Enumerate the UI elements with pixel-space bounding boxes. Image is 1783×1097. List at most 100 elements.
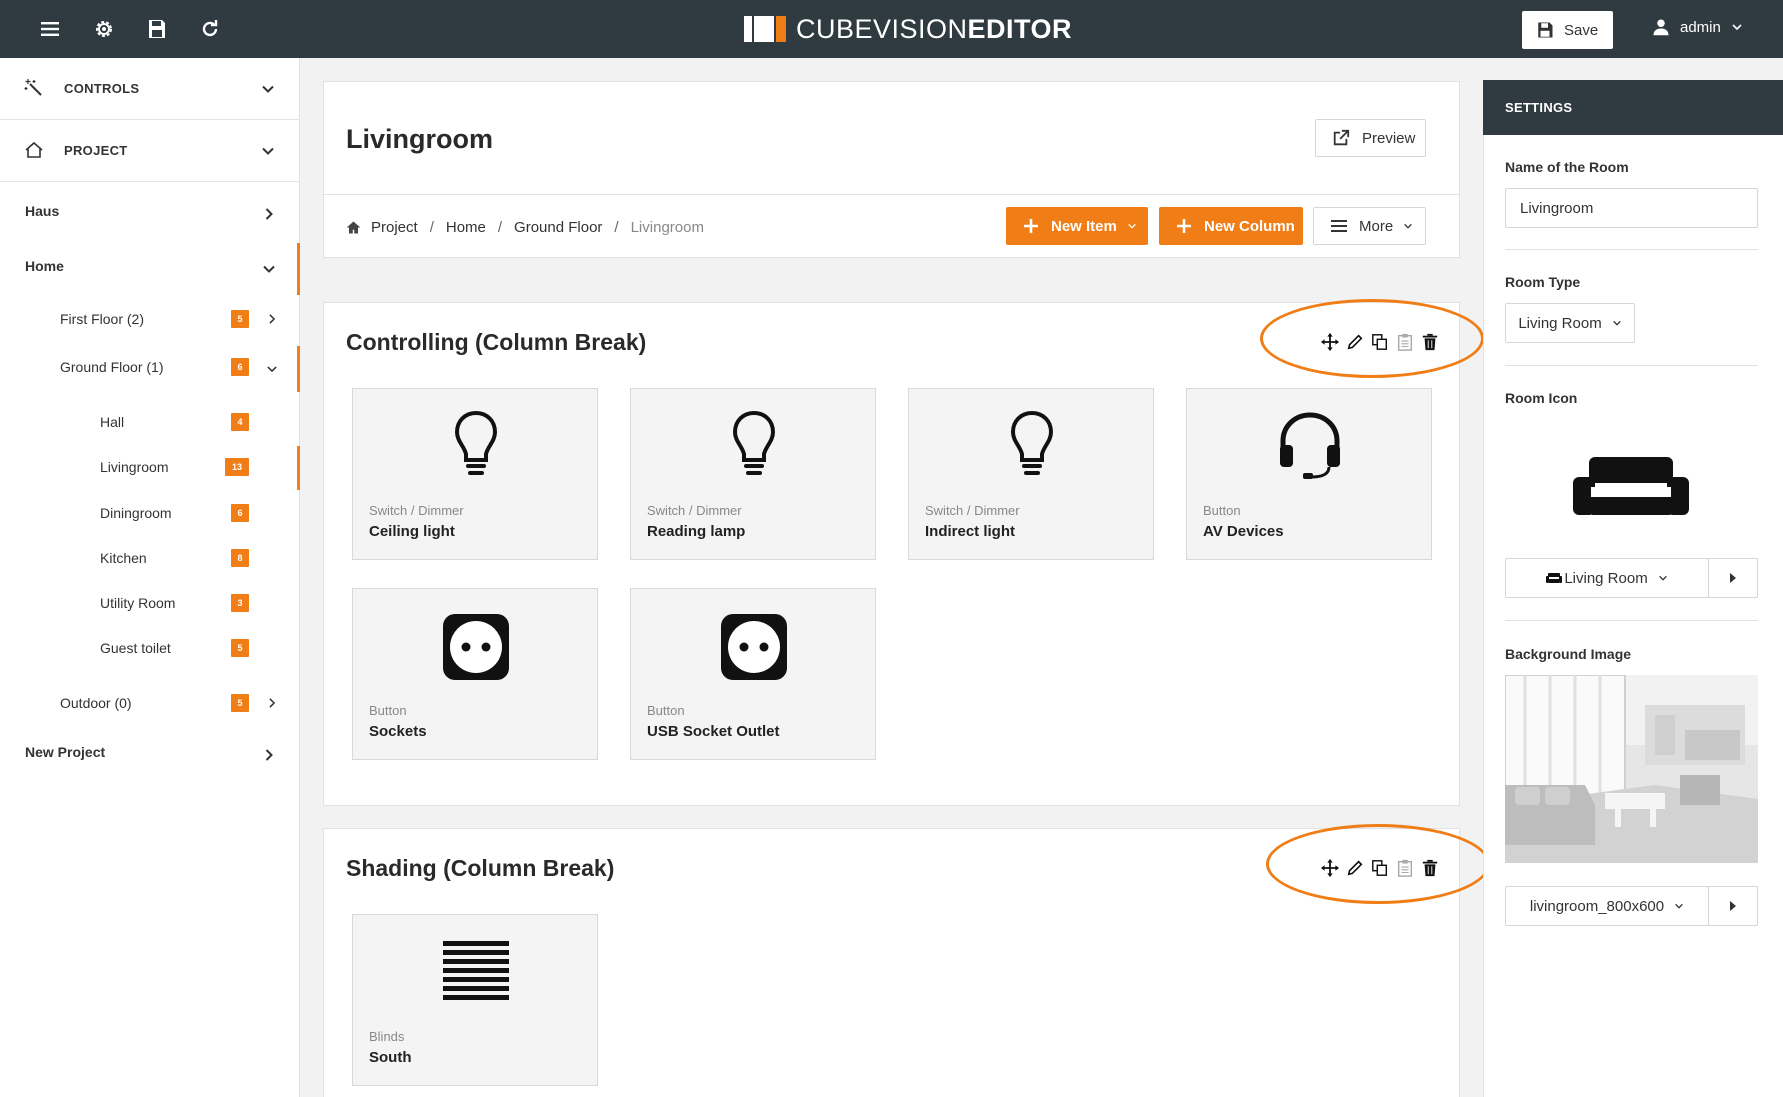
tile-name: Sockets [369, 723, 427, 740]
room-icon-select[interactable]: Living Room [1505, 558, 1709, 598]
chevron-down-icon[interactable] [267, 364, 277, 374]
room-type-select[interactable]: Living Room [1505, 303, 1635, 343]
logo-text-light: CUBEVISION [796, 13, 968, 44]
page-title: Livingroom [346, 124, 493, 154]
room-name-input[interactable]: Livingroom [1505, 188, 1758, 228]
room-type-label: Room Type [1505, 274, 1581, 290]
count-badge: 5 [231, 639, 249, 657]
divider [1505, 620, 1758, 621]
divider [1505, 365, 1758, 366]
tile-type: Switch / Dimmer [925, 503, 1020, 518]
tree-item-room[interactable]: Hall [100, 414, 124, 430]
sidebar-section-controls[interactable]: CONTROLS [0, 58, 300, 120]
tile-type: Switch / Dimmer [647, 503, 742, 518]
lightbulb-icon [909, 409, 1155, 481]
menu-icon [1331, 220, 1347, 232]
control-tile[interactable]: Blinds South [352, 914, 598, 1086]
refresh-icon[interactable] [198, 17, 224, 41]
breadcrumb-item[interactable]: Project [371, 219, 418, 236]
tree-item-home[interactable]: Home [25, 258, 64, 274]
control-tile[interactable]: Switch / Dimmer Ceiling light [352, 388, 598, 560]
tree-item-outdoor[interactable]: Outdoor (0) [60, 695, 132, 711]
more-label: More [1359, 217, 1394, 235]
active-indicator [297, 346, 300, 392]
room-name-label: Name of the Room [1505, 159, 1629, 175]
control-tile[interactable]: Button Sockets [352, 588, 598, 760]
new-item-button[interactable]: New Item [1006, 207, 1148, 245]
tile-name: AV Devices [1203, 523, 1284, 540]
more-button[interactable]: More [1313, 207, 1426, 245]
chevron-down-icon [1128, 223, 1136, 229]
control-tile[interactable]: Button USB Socket Outlet [630, 588, 876, 760]
menu-icon[interactable] [38, 17, 64, 41]
tree-item-ground-floor[interactable]: Ground Floor (1) [60, 359, 163, 375]
background-image-label: Background Image [1505, 646, 1632, 662]
tile-name: South [369, 1049, 412, 1066]
user-icon [1653, 19, 1669, 36]
count-badge: 8 [231, 549, 249, 567]
breadcrumb-current: Livingroom [630, 218, 704, 236]
gear-icon[interactable] [92, 17, 118, 41]
tree-item-room[interactable]: Livingroom [100, 459, 168, 475]
chevron-right-icon[interactable] [263, 208, 275, 220]
tree-item-first-floor[interactable]: First Floor (2) [60, 311, 144, 327]
external-link-icon [1333, 129, 1350, 146]
floppy-disk-icon[interactable] [145, 17, 171, 41]
count-badge: 6 [231, 504, 249, 522]
caret-right-icon [1730, 573, 1736, 583]
chevron-down-icon[interactable] [263, 263, 275, 275]
tree-item-haus[interactable]: Haus [25, 203, 59, 219]
breadcrumb-item[interactable]: Home [446, 219, 486, 236]
sidebar-section-project[interactable]: PROJECT [0, 120, 300, 182]
tree-item-room[interactable]: Diningroom [100, 505, 172, 521]
tile-type: Switch / Dimmer [369, 503, 464, 518]
background-image-next-button[interactable] [1708, 886, 1758, 926]
count-badge: 5 [231, 310, 249, 328]
sofa-icon [1573, 455, 1689, 522]
tree-item-room[interactable]: Kitchen [100, 550, 147, 566]
app-logo: CUBEVISION EDITOR [744, 13, 1072, 45]
background-image-value: livingroom_800x600 [1529, 897, 1665, 915]
room-icon-next-button[interactable] [1708, 558, 1758, 598]
save-button[interactable]: Save [1522, 11, 1613, 49]
control-tile[interactable]: Switch / Dimmer Indirect light [908, 388, 1154, 560]
sidebar-section-label: PROJECT [64, 143, 128, 158]
preview-button[interactable]: Preview [1315, 119, 1426, 157]
tree-item-room[interactable]: Utility Room [100, 595, 175, 611]
new-column-label: New Column [1204, 217, 1295, 235]
count-badge: 6 [231, 358, 249, 376]
count-badge: 3 [231, 594, 249, 612]
magic-wand-icon [24, 78, 44, 103]
chevron-right-icon[interactable] [267, 314, 277, 324]
room-icon-value: Living Room [1564, 569, 1648, 587]
tile-name: USB Socket Outlet [647, 723, 780, 740]
room-icon-label: Room Icon [1505, 390, 1578, 406]
home-icon [346, 221, 361, 233]
tree-item-new-project[interactable]: New Project [25, 744, 105, 760]
control-tile[interactable]: Switch / Dimmer Reading lamp [630, 388, 876, 560]
room-type-value: Living Room [1518, 314, 1602, 332]
new-item-label: New Item [1051, 217, 1117, 235]
tile-name: Indirect light [925, 523, 1015, 540]
background-image-preview[interactable] [1505, 675, 1758, 863]
tile-type: Button [647, 703, 685, 718]
background-image-select[interactable]: livingroom_800x600 [1505, 886, 1709, 926]
control-tile[interactable]: Button AV Devices [1186, 388, 1432, 560]
chevron-right-icon[interactable] [263, 749, 275, 761]
breadcrumb-item[interactable]: Ground Floor [514, 219, 602, 236]
plus-icon [1177, 219, 1191, 233]
chevron-down-icon [262, 85, 274, 93]
section-title: Shading (Column Break) [346, 855, 615, 881]
tile-name: Ceiling light [369, 523, 455, 540]
chevron-right-icon[interactable] [267, 698, 277, 708]
chevron-down-icon [262, 147, 274, 155]
new-column-button[interactable]: New Column [1159, 207, 1303, 245]
tree-item-room[interactable]: Guest toilet [100, 640, 171, 656]
user-menu[interactable]: admin [1652, 18, 1753, 36]
chevron-down-icon [1612, 320, 1621, 326]
preview-label: Preview [1362, 129, 1416, 147]
tile-type: Button [1203, 503, 1241, 518]
top-bar: CUBEVISION EDITOR Save admin [0, 0, 1783, 58]
lightbulb-icon [353, 409, 599, 481]
highlight-ring [1266, 824, 1490, 904]
